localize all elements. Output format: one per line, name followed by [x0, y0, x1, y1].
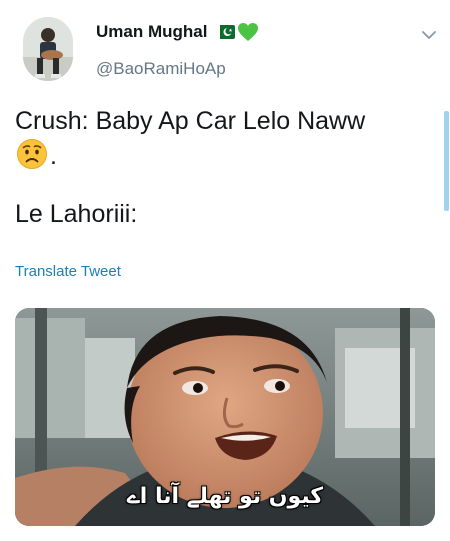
avatar[interactable]: [23, 17, 73, 81]
tweet-text: Crush: Baby Ap Car Lelo Naww . Le Lahori…: [15, 104, 430, 231]
green-heart-icon: [238, 23, 259, 41]
author-name-row[interactable]: Uman Mughal: [96, 22, 259, 42]
media-subtitle: کیوں تو تھلے آنا اے: [126, 484, 324, 509]
scrollbar[interactable]: [444, 111, 449, 211]
tweet-line-emoji: .: [15, 138, 430, 173]
author-display-name[interactable]: Uman Mughal: [96, 22, 207, 42]
chevron-down-icon[interactable]: [420, 28, 438, 42]
avatar-photo-icon: [23, 17, 73, 81]
translate-tweet-link[interactable]: Translate Tweet: [15, 263, 121, 280]
tweet-line-1: Crush: Baby Ap Car Lelo Naww: [15, 107, 366, 135]
author-handle[interactable]: @BaoRamiHoAp: [96, 59, 226, 79]
worried-face-icon: [17, 139, 47, 169]
pakistan-flag-icon: [215, 25, 236, 39]
tweet-card[interactable]: Uman Mughal @BaoRamiHoAp Crush: Baby Ap …: [0, 0, 450, 541]
tweet-media-image[interactable]: کیوں تو تھلے آنا اے: [15, 308, 435, 526]
tweet-line-1-end: .: [50, 142, 57, 170]
tweet-line-2: Le Lahoriii:: [15, 200, 138, 228]
